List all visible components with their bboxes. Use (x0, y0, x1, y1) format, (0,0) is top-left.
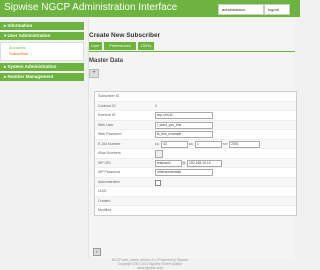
form-row: E.164 Number cc: 43 ac: 1 sn: 2001 (95, 139, 296, 149)
contract-id-value: 2 (155, 103, 157, 108)
logout-button[interactable]: logout (264, 4, 290, 15)
sip-user-input[interactable]: testuser1 (155, 159, 182, 167)
field-label: SIP Password (98, 170, 120, 174)
expand-button[interactable]: + (89, 69, 99, 78)
form-row: Contract ID 2 (95, 101, 296, 111)
sidebar-submenu: Accounts Subscriber (0, 42, 84, 61)
field-label: Subscriber ID (98, 94, 120, 98)
sn-input[interactable]: 2001 (229, 140, 260, 148)
footer-link[interactable]: www.sipwise.com (0, 266, 300, 270)
administrative-checkbox[interactable] (155, 179, 161, 186)
cc-input[interactable]: 43 (161, 140, 188, 148)
tab-preferences[interactable]: Preferences (104, 42, 136, 50)
form-row: External ID arp-crm-id (95, 111, 296, 121)
field-label: Administrative (98, 179, 120, 184)
field-label: SIP URI (98, 160, 111, 165)
sidebar-section-system-administration[interactable]: ▸ System Administration (0, 63, 84, 71)
at-sign: @ (182, 160, 186, 165)
field-label: Alias Numbers (98, 151, 121, 155)
form-row: SIP Password othercredentials (95, 168, 296, 178)
main-content: Create New Subscriber User Preferences C… (88, 18, 297, 258)
sidebar-item-subscriber[interactable]: Subscriber (9, 51, 83, 57)
page-title: Create New Subscriber (89, 32, 161, 39)
sidebar-section-number-management[interactable]: ▸ Number Management (0, 73, 84, 81)
tab-user[interactable]: User (89, 42, 102, 50)
sidebar-section-user-administration[interactable]: ▾ User Administration (0, 32, 84, 40)
external-id-input[interactable]: arp-crm-id (155, 112, 213, 119)
form-row: SIP URI testuser1 @ 192.168.10.10 (95, 158, 296, 168)
form-row: Subscriber ID (95, 92, 296, 102)
tab-bar: User Preferences CDRs (89, 42, 295, 52)
section-title: Master Data (89, 58, 124, 64)
form-row: Administrative (95, 177, 296, 187)
field-label: E.164 Number (98, 141, 121, 146)
footer: NGCP web_admin version 2.x | Powered by … (0, 258, 300, 270)
sidebar-section-information[interactable]: ▸ Information (0, 22, 84, 30)
form-row: Web User i_want_you_this (95, 120, 296, 130)
sidebar: ▸ Information ▾ User Administration Acco… (0, 22, 84, 83)
user-menu-button[interactable]: administrator (218, 4, 264, 15)
field-label: UUID (98, 189, 107, 193)
sip-domain-select[interactable]: 192.168.10.10 (187, 159, 222, 167)
ac-input[interactable]: 1 (195, 140, 222, 148)
master-data-form: Subscriber ID Contract ID 2 External ID … (94, 91, 297, 216)
save-button[interactable]: ✓ (93, 248, 101, 256)
form-row: Created (95, 196, 296, 206)
web-password-input[interactable]: is_this_example (155, 131, 213, 138)
form-row: Alias Numbers (95, 149, 296, 159)
field-label: Contract ID (98, 103, 116, 108)
field-label: Web User (98, 122, 114, 127)
sn-label: sn: (223, 141, 228, 146)
field-label: External ID (98, 113, 116, 117)
cc-label: cc: (155, 141, 160, 146)
form-row: Web Password is_this_example (95, 130, 296, 140)
app-title: Sipwise NGCP Administration Interface (4, 2, 178, 13)
form-row: UUID (95, 187, 296, 197)
app-header: Sipwise NGCP Administration Interface ad… (0, 0, 300, 17)
field-label: Created (98, 198, 111, 203)
add-alias-button[interactable] (155, 150, 163, 158)
sip-password-input[interactable]: othercredentials (155, 169, 213, 176)
web-user-input[interactable]: i_want_you_this (155, 121, 213, 129)
tab-cdrs[interactable]: CDRs (138, 42, 154, 50)
form-row: Modified (95, 206, 296, 215)
ac-label: ac: (189, 141, 194, 146)
field-label: Web Password (98, 132, 122, 136)
field-label: Modified (98, 208, 112, 212)
